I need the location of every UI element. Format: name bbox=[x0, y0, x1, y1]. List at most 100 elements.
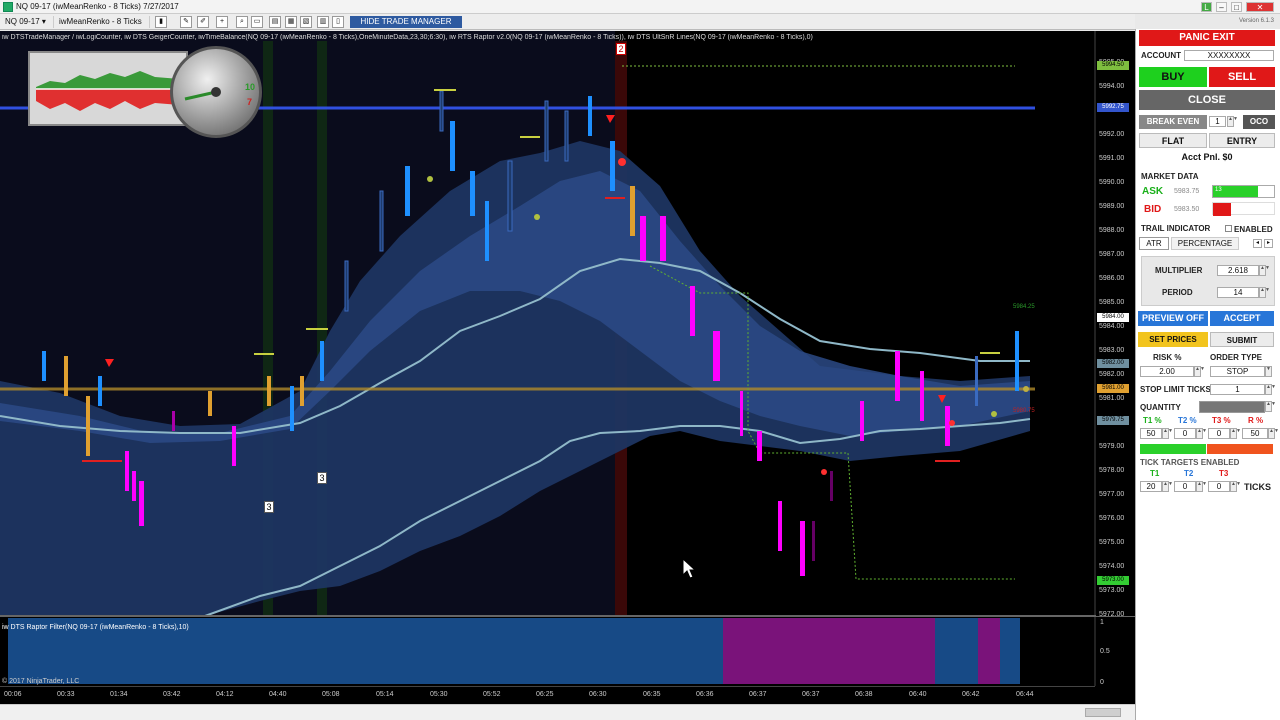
instrument-selector[interactable]: NQ 09-17 ▾ bbox=[2, 16, 54, 28]
trail-enabled-checkbox[interactable] bbox=[1225, 225, 1232, 232]
tab-scroll-right-icon[interactable]: ▸ bbox=[1264, 239, 1273, 248]
tab-percentage[interactable]: PERCENTAGE bbox=[1171, 237, 1239, 250]
t2-label: T2 bbox=[1184, 469, 1194, 478]
bar-style-icon[interactable]: ▮ bbox=[155, 16, 167, 28]
price-tick: 5994.00 bbox=[1099, 83, 1125, 90]
account-label: ACCOUNT bbox=[1141, 51, 1181, 60]
crosshair-icon[interactable]: + bbox=[216, 16, 228, 28]
pencil-icon[interactable]: ✐ bbox=[197, 16, 209, 28]
break-even-spinner[interactable]: ▲▼ bbox=[1227, 116, 1238, 127]
account-field[interactable]: XXXXXXXX bbox=[1184, 50, 1274, 61]
submit-button[interactable]: SUBMIT bbox=[1210, 332, 1274, 347]
stop-limit-ticks-label: STOP LIMIT TICKS bbox=[1140, 385, 1211, 394]
price-badge: 5981.00 bbox=[1097, 384, 1129, 393]
order-type-select[interactable]: STOP bbox=[1210, 366, 1265, 377]
order-type-label: ORDER TYPE bbox=[1210, 353, 1263, 362]
multiplier-field[interactable]: 2.618 bbox=[1217, 265, 1259, 276]
oco-button[interactable]: OCO bbox=[1243, 115, 1275, 129]
t3-ticks-spinner[interactable]: ▲▼ bbox=[1230, 481, 1241, 492]
price-badge: 5984.00 bbox=[1097, 313, 1129, 322]
t2-pct-spinner[interactable]: ▲▼ bbox=[1196, 428, 1207, 439]
zoom-out-icon[interactable]: ▭ bbox=[251, 16, 263, 28]
sell-button[interactable]: SELL bbox=[1209, 67, 1275, 87]
minimize-button[interactable]: – bbox=[1216, 2, 1227, 12]
price-badge: 5994.50 bbox=[1097, 61, 1129, 70]
multiplier-spinner[interactable]: ▲▼ bbox=[1259, 265, 1270, 276]
close-window-button[interactable]: ✕ bbox=[1246, 2, 1274, 12]
period-field[interactable]: 14 bbox=[1217, 287, 1259, 298]
entry-button[interactable]: ENTRY bbox=[1209, 133, 1275, 148]
preview-off-button[interactable]: PREVIEW OFF bbox=[1138, 311, 1208, 326]
time-axis[interactable]: 00:06 00:33 01:34 03:42 04:12 04:40 05:0… bbox=[0, 686, 1095, 704]
t3-pct-spinner[interactable]: ▲▼ bbox=[1230, 428, 1241, 439]
t1-ticks-spinner[interactable]: ▲▼ bbox=[1162, 481, 1173, 492]
properties-icon[interactable]: ▥ bbox=[317, 16, 329, 28]
price-tick: 5986.00 bbox=[1099, 275, 1125, 282]
trail-settings-box: MULTIPLIER 2.618 ▲▼ PERIOD 14 ▲▼ bbox=[1141, 256, 1275, 306]
price-tick: 5978.00 bbox=[1099, 467, 1125, 474]
quantity-spinner[interactable]: ▲▼ bbox=[1265, 401, 1276, 412]
r-pct-field[interactable]: 50 bbox=[1242, 428, 1268, 439]
maximize-button[interactable]: □ bbox=[1231, 2, 1242, 12]
price-badge: 5979.75 bbox=[1097, 416, 1129, 425]
window-title: NQ 09-17 (iwMeanRenko - 8 Ticks) 7/27/20… bbox=[16, 2, 179, 11]
price-axis[interactable]: 5995.00 5994.00 5993.00 5992.00 5991.00 … bbox=[1096, 31, 1135, 618]
strategies-icon[interactable]: ▧ bbox=[300, 16, 312, 28]
indicator-header: iw DTSTradeManager / iwLogiCounter, iw D… bbox=[2, 34, 813, 41]
accept-button[interactable]: ACCEPT bbox=[1210, 311, 1274, 326]
time-tick: 05:52 bbox=[483, 691, 501, 698]
indicators-icon[interactable]: ▦ bbox=[285, 16, 297, 28]
scroll-thumb[interactable] bbox=[1085, 708, 1121, 717]
period-spinner[interactable]: ▲▼ bbox=[1259, 287, 1270, 298]
price-tick: 5977.00 bbox=[1099, 491, 1125, 498]
bars-type-selector[interactable]: iwMeanRenko - 8 Ticks ▾ bbox=[56, 16, 150, 38]
link-button[interactable]: L bbox=[1201, 2, 1212, 12]
chart-area[interactable]: iw DTSTradeManager / iwLogiCounter, iw D… bbox=[0, 31, 1135, 704]
gauge-high-value: 10 bbox=[245, 82, 256, 92]
stop-limit-spinner[interactable]: ▲▼ bbox=[1265, 384, 1276, 395]
quantity-field[interactable] bbox=[1199, 401, 1265, 413]
time-tick: 01:34 bbox=[110, 691, 128, 698]
chart-trader-icon[interactable]: ▯ bbox=[332, 16, 344, 28]
tab-atr[interactable]: ATR bbox=[1139, 237, 1169, 250]
geiger-chart bbox=[28, 51, 188, 126]
t1-ticks-field[interactable]: 20 bbox=[1140, 481, 1162, 492]
break-even-ticks[interactable]: 1 bbox=[1209, 116, 1226, 127]
t1-pct-spinner[interactable]: ▲▼ bbox=[1162, 428, 1173, 439]
t3-ticks-field[interactable]: 0 bbox=[1208, 481, 1230, 492]
t3-pct-field[interactable]: 0 bbox=[1208, 428, 1230, 439]
t3-label: T3 bbox=[1219, 469, 1229, 478]
stop-limit-ticks-field[interactable]: 1 bbox=[1210, 384, 1265, 395]
price-tick: 5975.00 bbox=[1099, 539, 1125, 546]
hide-trade-manager-button[interactable]: HIDE TRADE MANAGER bbox=[350, 16, 462, 28]
horizontal-scrollbar[interactable] bbox=[0, 704, 1135, 720]
risk-field[interactable]: 2.00 bbox=[1140, 366, 1194, 377]
drawing-tools-icon[interactable]: ✎ bbox=[180, 16, 192, 28]
time-tick: 04:40 bbox=[269, 691, 287, 698]
r-pct-spinner[interactable]: ▲▼ bbox=[1268, 428, 1279, 439]
ask-size-bar: 13 bbox=[1212, 185, 1275, 198]
period-label: PERIOD bbox=[1162, 288, 1193, 297]
price-tick: 5992.00 bbox=[1099, 131, 1125, 138]
trail-enabled-label: ENABLED bbox=[1234, 225, 1273, 234]
panic-exit-button[interactable]: PANIC EXIT bbox=[1139, 30, 1275, 46]
order-type-dropdown-icon[interactable]: ▼ bbox=[1265, 366, 1272, 377]
buy-button[interactable]: BUY bbox=[1139, 67, 1207, 87]
t2-pct-field[interactable]: 0 bbox=[1174, 428, 1196, 439]
set-prices-button[interactable]: SET PRICES bbox=[1138, 332, 1208, 347]
zoom-icon[interactable]: ⌕ bbox=[236, 16, 248, 28]
tab-scroll-left-icon[interactable]: ◂ bbox=[1253, 239, 1262, 248]
risk-spinner[interactable]: ▲▼ bbox=[1194, 366, 1205, 377]
flat-button[interactable]: FLAT bbox=[1139, 133, 1207, 148]
data-box-icon[interactable]: ▤ bbox=[269, 16, 281, 28]
version-label: Version 6.1.3 bbox=[1238, 18, 1274, 24]
ask-label: ASK bbox=[1142, 186, 1164, 197]
break-even-button[interactable]: BREAK EVEN bbox=[1139, 115, 1207, 129]
bars-type-label: iwMeanRenko - 8 Ticks bbox=[59, 17, 142, 26]
t1-label: T1 bbox=[1150, 469, 1160, 478]
time-tick: 05:08 bbox=[322, 691, 340, 698]
close-position-button[interactable]: CLOSE bbox=[1139, 90, 1275, 110]
t2-ticks-spinner[interactable]: ▲▼ bbox=[1196, 481, 1207, 492]
t1-pct-field[interactable]: 50 bbox=[1140, 428, 1162, 439]
t2-ticks-field[interactable]: 0 bbox=[1174, 481, 1196, 492]
